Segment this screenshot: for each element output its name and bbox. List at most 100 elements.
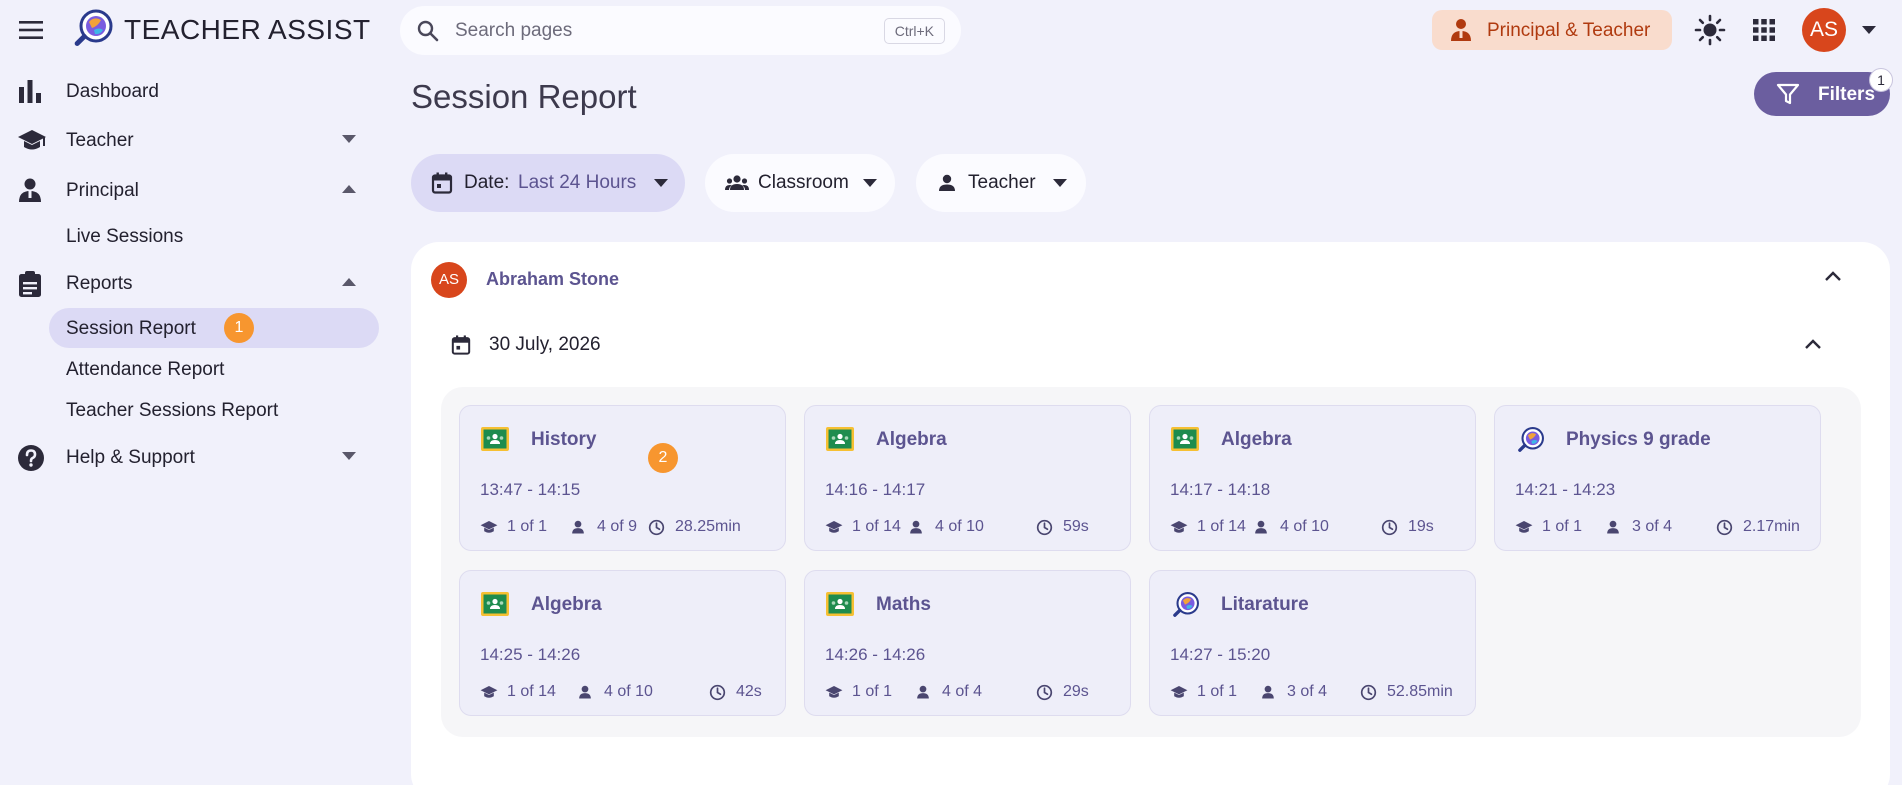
session-card[interactable]: History 13:47 - 14:15 1 of 1 4 of 9 28.25min bbox=[459, 405, 786, 551]
google-classroom-icon bbox=[480, 591, 510, 617]
duration-value: 19s bbox=[1408, 518, 1434, 535]
classes-value: 1 of 1 bbox=[1542, 518, 1583, 535]
students-value: 4 of 9 bbox=[597, 518, 638, 535]
sidebar-item-teacher[interactable]: Teacher bbox=[0, 119, 390, 161]
duration-value: 52.85min bbox=[1387, 683, 1453, 700]
session-time: 14:16 - 14:17 bbox=[825, 480, 926, 499]
session-time: 14:25 - 14:26 bbox=[480, 645, 581, 664]
session-cards-grid: History 13:47 - 14:15 1 of 1 4 of 9 28.25min… bbox=[441, 387, 1861, 737]
duration-value: 2.17min bbox=[1743, 518, 1800, 535]
chevron-up-icon[interactable] bbox=[1824, 270, 1842, 282]
help-icon bbox=[17, 444, 45, 472]
classroom-filter-label: Classroom bbox=[758, 172, 849, 193]
person-icon bbox=[915, 684, 931, 700]
menu-icon[interactable] bbox=[18, 18, 44, 42]
chevron-down-icon bbox=[342, 135, 356, 143]
role-switcher[interactable]: Principal & Teacher bbox=[1432, 10, 1672, 50]
sidebar-item-dashboard[interactable]: Dashboard bbox=[0, 70, 390, 112]
classes-value: 1 of 14 bbox=[852, 518, 901, 535]
sidebar-item-label: Session Report bbox=[66, 318, 196, 339]
clock-icon bbox=[1716, 519, 1733, 536]
graduation-cap-icon bbox=[480, 684, 498, 700]
sidebar-item-session-report[interactable]: Session Report 1 bbox=[49, 308, 379, 348]
chevron-up-icon bbox=[342, 278, 356, 286]
app-title: TEACHER ASSIST bbox=[124, 14, 371, 45]
date-filter-value: Last 24 Hours bbox=[518, 172, 637, 193]
classes-value: 1 of 14 bbox=[507, 683, 556, 700]
person-icon bbox=[936, 172, 958, 194]
session-card[interactable]: Maths 14:26 - 14:26 1 of 1 4 of 4 29s bbox=[804, 570, 1131, 716]
theme-toggle-icon[interactable] bbox=[1694, 14, 1726, 46]
clock-icon bbox=[1036, 684, 1053, 701]
session-date: 30 July, 2026 bbox=[489, 334, 601, 355]
person-icon bbox=[577, 684, 593, 700]
classroom-filter[interactable]: Classroom bbox=[705, 154, 895, 212]
filters-count-badge: 1 bbox=[1869, 68, 1893, 92]
session-title: Algebra bbox=[531, 594, 602, 615]
top-bar: TEACHER ASSIST Search pages Ctrl+K Princ… bbox=[0, 0, 1902, 60]
session-card[interactable]: Algebra 14:25 - 14:26 1 of 14 4 of 10 42s bbox=[459, 570, 786, 716]
sidebar-item-label: Live Sessions bbox=[66, 226, 184, 247]
sidebar-item-help[interactable]: Help & Support bbox=[0, 436, 390, 478]
principal-icon bbox=[1450, 18, 1472, 42]
sidebar-item-teacher-sessions-report[interactable]: Teacher Sessions Report bbox=[49, 390, 379, 430]
sidebar-item-label: Principal bbox=[66, 180, 139, 201]
user-avatar[interactable]: AS bbox=[1802, 8, 1846, 52]
graduation-cap-icon bbox=[1515, 519, 1533, 535]
session-time: 14:27 - 15:20 bbox=[1170, 645, 1271, 664]
principal-icon bbox=[17, 177, 43, 203]
sidebar-item-label: Teacher Sessions Report bbox=[66, 400, 279, 421]
calendar-icon bbox=[451, 335, 471, 355]
date-filter-label: Date: bbox=[464, 172, 510, 193]
graduation-cap-icon bbox=[1170, 684, 1188, 700]
google-classroom-icon bbox=[1170, 426, 1200, 452]
chevron-up-icon bbox=[342, 185, 356, 193]
session-card[interactable]: Physics 9 grade 14:21 - 14:23 1 of 1 3 of 4… bbox=[1494, 405, 1821, 551]
clock-icon bbox=[709, 684, 726, 701]
classes-value: 1 of 1 bbox=[1197, 683, 1238, 700]
clock-icon bbox=[1381, 519, 1398, 536]
teacher-assist-icon bbox=[1170, 591, 1200, 621]
session-title: Algebra bbox=[876, 429, 947, 450]
person-icon bbox=[1260, 684, 1276, 700]
search-bar[interactable]: Search pages Ctrl+K bbox=[400, 6, 961, 55]
sidebar-item-live-sessions[interactable]: Live Sessions bbox=[49, 216, 379, 256]
teacher-filter[interactable]: Teacher bbox=[916, 154, 1086, 212]
clock-icon bbox=[648, 519, 665, 536]
sidebar-item-principal[interactable]: Principal bbox=[0, 169, 390, 211]
date-filter[interactable]: Date: Last 24 Hours bbox=[411, 154, 685, 212]
session-title: Maths bbox=[876, 594, 931, 615]
person-icon bbox=[1253, 519, 1269, 535]
graduation-cap-icon bbox=[825, 519, 843, 535]
teacher-name: Abraham Stone bbox=[486, 269, 620, 289]
google-classroom-icon bbox=[825, 591, 855, 617]
filters-label: Filters bbox=[1818, 84, 1876, 105]
classes-value: 1 of 1 bbox=[852, 683, 893, 700]
group-icon bbox=[725, 172, 749, 194]
duration-value: 29s bbox=[1063, 683, 1089, 700]
calendar-icon bbox=[431, 172, 453, 194]
chevron-up-icon[interactable] bbox=[1804, 338, 1822, 350]
step-badge: 1 bbox=[224, 313, 254, 343]
session-time: 13:47 - 14:15 bbox=[480, 480, 581, 499]
sidebar-item-attendance-report[interactable]: Attendance Report bbox=[49, 349, 379, 389]
apps-grid-icon[interactable] bbox=[1752, 18, 1776, 42]
search-placeholder: Search pages bbox=[455, 20, 573, 41]
clock-icon bbox=[1360, 684, 1377, 701]
sidebar-item-label: Attendance Report bbox=[66, 359, 225, 380]
search-shortcut: Ctrl+K bbox=[883, 18, 945, 44]
chevron-down-icon bbox=[1053, 179, 1067, 187]
chevron-down-icon bbox=[863, 179, 877, 187]
sidebar-item-reports[interactable]: Reports bbox=[0, 262, 390, 304]
teacher-assist-icon bbox=[1515, 426, 1545, 456]
filter-icon bbox=[1776, 83, 1800, 105]
students-value: 4 of 10 bbox=[604, 683, 653, 700]
session-card[interactable]: Algebra 14:16 - 14:17 1 of 14 4 of 10 59s bbox=[804, 405, 1131, 551]
graduation-cap-icon bbox=[17, 127, 47, 153]
duration-value: 42s bbox=[736, 683, 762, 700]
chevron-down-icon[interactable] bbox=[1862, 26, 1876, 34]
session-card[interactable]: Litarature 14:27 - 15:20 1 of 1 3 of 4 52.85… bbox=[1149, 570, 1476, 716]
session-time: 14:17 - 14:18 bbox=[1170, 480, 1271, 499]
session-card[interactable]: Algebra 14:17 - 14:18 1 of 14 4 of 10 19s bbox=[1149, 405, 1476, 551]
app-logo-icon bbox=[70, 8, 114, 52]
